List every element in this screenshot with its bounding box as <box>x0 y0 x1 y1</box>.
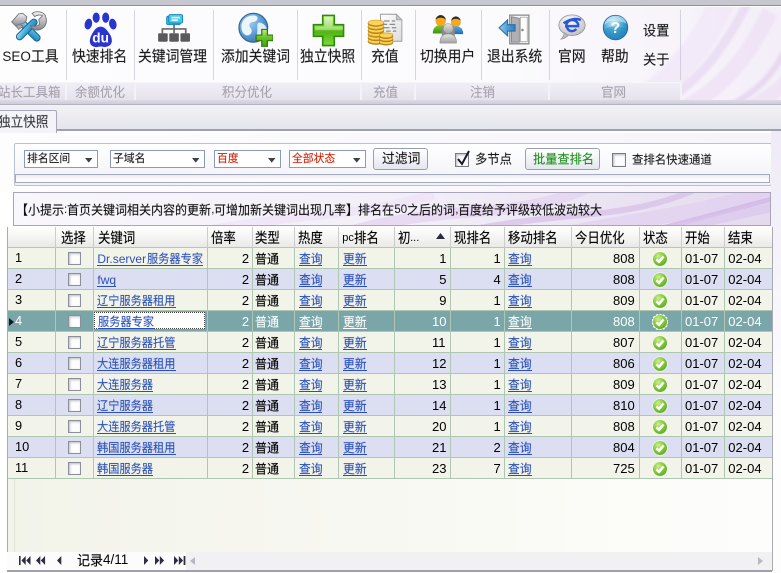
svg-text:du: du <box>92 30 109 45</box>
svg-text:?: ? <box>610 20 619 37</box>
